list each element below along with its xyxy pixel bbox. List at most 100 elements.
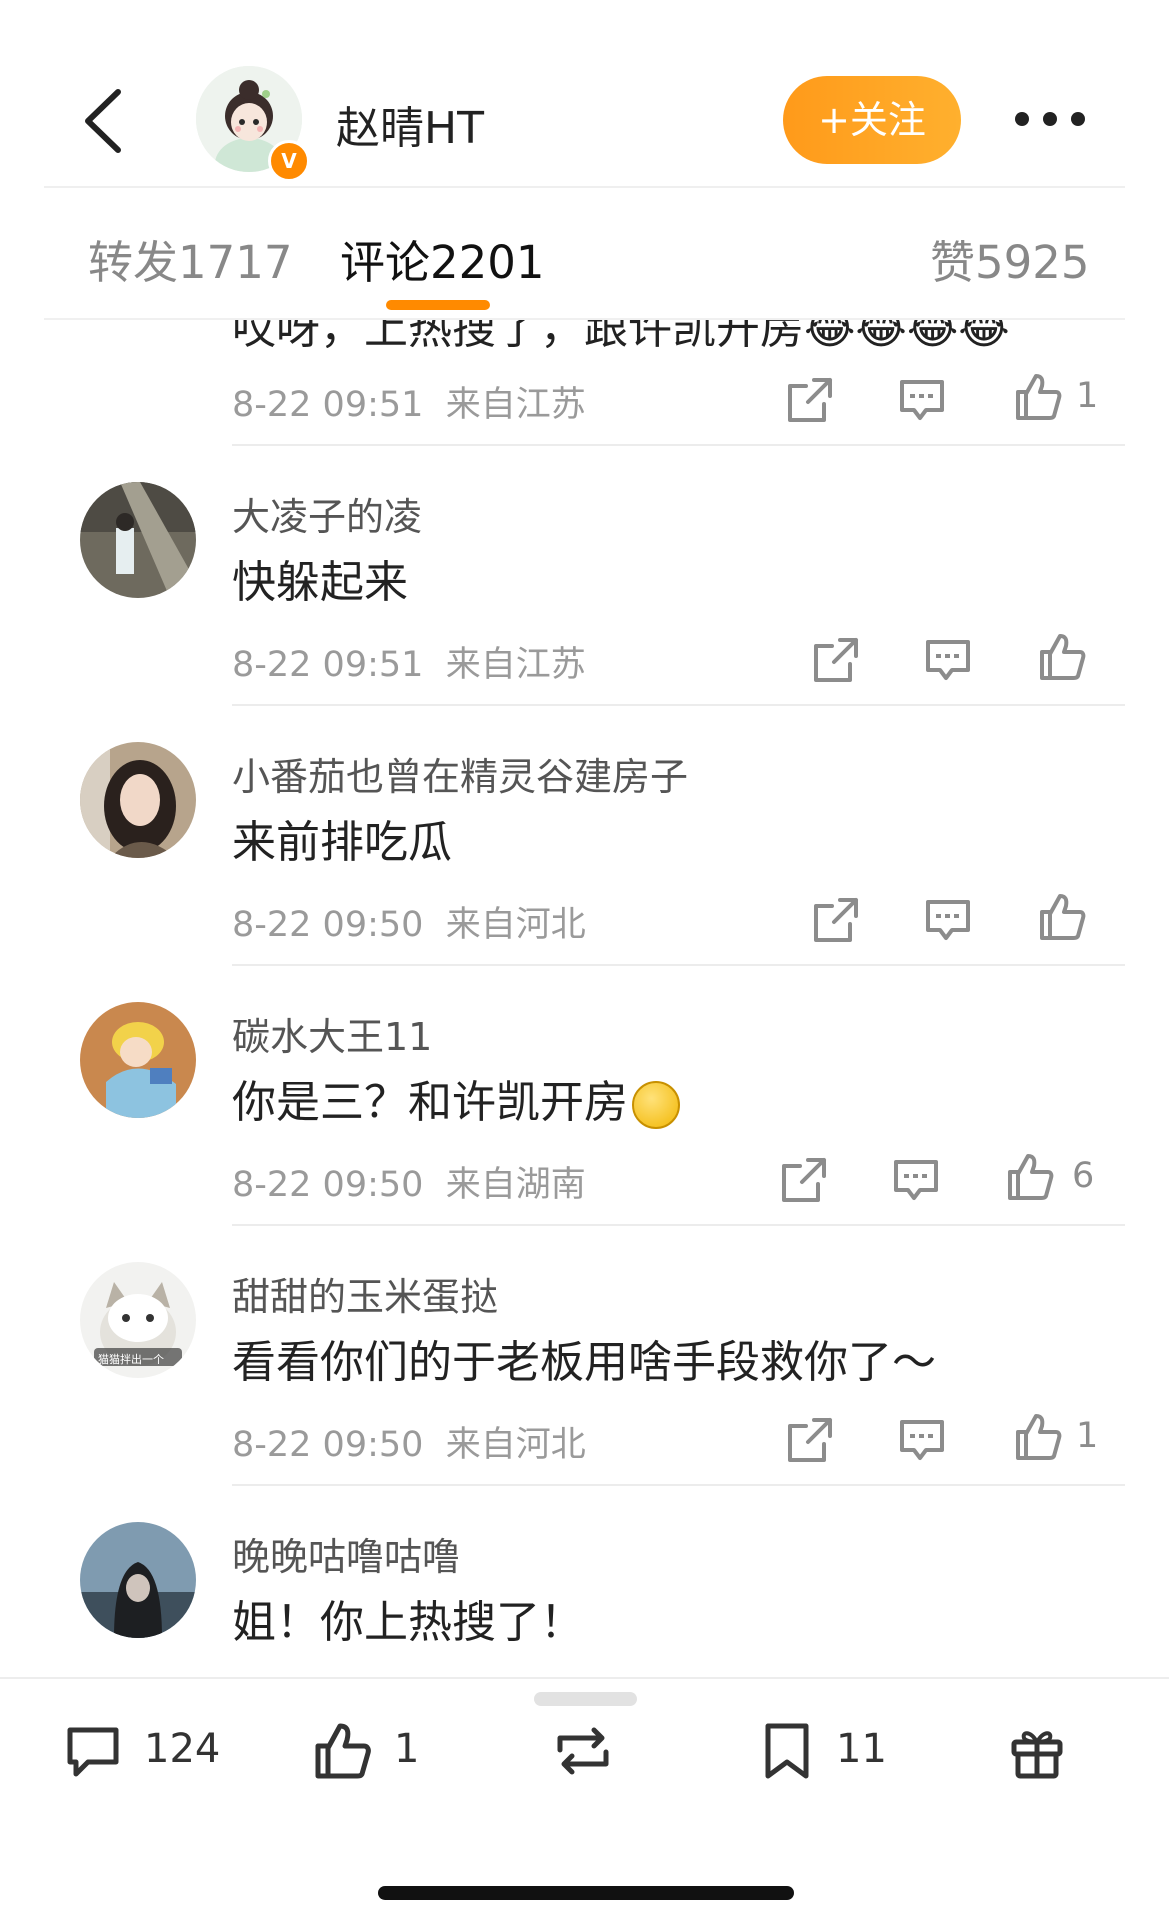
reply-comment-button[interactable] (896, 1414, 948, 1466)
comment-icon (900, 1420, 944, 1460)
comment-time: 8-22 09:51 (232, 645, 424, 685)
comment-like-count: 6 (1072, 1156, 1095, 1196)
bottom-favorite-count: 11 (836, 1726, 887, 1772)
comment-time: 8-22 09:50 (232, 1425, 424, 1465)
share-comment-button[interactable] (810, 894, 862, 946)
comment-icon (894, 1160, 938, 1200)
comment-text: 你是三？和许凯开房 (232, 1066, 680, 1130)
commenter-avatar[interactable] (80, 742, 196, 858)
comment-list[interactable]: 哎呀，上热搜了，跟许凯开房😂😂😂😂 8-22 09:51 来自江苏 1 大凌子的… (0, 320, 1169, 1675)
share-icon (788, 1418, 832, 1462)
comment-meta: 8-22 09:51 来自江苏 (232, 636, 586, 687)
comment-meta: 8-22 09:50 来自河北 (232, 896, 586, 947)
comment-location: 来自河北 (445, 905, 586, 945)
back-button[interactable] (78, 88, 128, 154)
comment-divider (232, 444, 1125, 446)
bottom-repost-button[interactable] (552, 1720, 614, 1782)
active-tab-indicator (386, 300, 490, 310)
share-icon (814, 898, 858, 942)
commenter-name[interactable]: 碳水大王11 (232, 1006, 432, 1061)
comment-divider (232, 964, 1125, 966)
commenter-avatar[interactable]: 猫猫拌出一个 (80, 1262, 196, 1378)
comment-like-count: 1 (1076, 1416, 1099, 1456)
follow-button[interactable]: +关注 (783, 76, 961, 164)
tab-reposts[interactable]: 转发1717 (88, 226, 293, 291)
bottom-gift-button[interactable] (1006, 1720, 1068, 1782)
comment-time: 8-22 09:50 (232, 1165, 424, 1205)
commenter-name[interactable]: 晚晚咕噜咕噜 (232, 1526, 460, 1581)
reply-comment-button[interactable] (922, 894, 974, 946)
commenter-avatar[interactable] (80, 1522, 196, 1638)
chevron-left-icon (85, 89, 121, 153)
tab-likes[interactable]: 赞5925 (930, 226, 1090, 291)
comment-time: 8-22 09:50 (232, 905, 424, 945)
commenter-name[interactable]: 小番茄也曾在精灵谷建房子 (232, 746, 688, 801)
share-comment-button[interactable] (784, 1414, 836, 1466)
repost-arrows-icon (557, 1727, 609, 1775)
comment-text: 来前排吃瓜 (232, 817, 452, 868)
bottom-like-button[interactable] (312, 1720, 374, 1782)
like-comment-button[interactable] (1004, 1150, 1056, 1202)
more-dots-icon (1015, 112, 1085, 126)
header-divider (44, 186, 1125, 188)
like-comment-button[interactable] (1036, 890, 1088, 942)
comment-meta: 8-22 09:50 来自河北 (232, 1416, 586, 1467)
tab-reposts-count: 1717 (178, 236, 293, 289)
commenter-name[interactable]: 甜甜的玉米蛋挞 (232, 1266, 498, 1321)
like-comment-button[interactable] (1012, 370, 1064, 422)
comment-location: 来自湖南 (445, 1165, 586, 1205)
tab-comments[interactable]: 评论2201 (340, 226, 545, 291)
comment-text: 看看你们的于老板用啥手段救你了～ (232, 1337, 936, 1388)
bottom-comment-button[interactable] (62, 1720, 124, 1782)
bookmark-icon (765, 1723, 809, 1779)
tab-comments-label: 评论 (340, 236, 431, 289)
comment-location: 来自河北 (445, 1425, 586, 1465)
cartoon-avatar-icon (80, 1002, 196, 1118)
commenter-avatar[interactable] (80, 1002, 196, 1118)
reply-comment-button[interactable] (890, 1154, 942, 1206)
avatar-photo-icon (80, 482, 196, 598)
avatar-photo-icon (80, 1522, 196, 1638)
share-comment-button[interactable] (784, 374, 836, 426)
comment-like-count: 1 (1076, 376, 1099, 416)
comment-divider (232, 1484, 1125, 1486)
comment-bubble-icon (67, 1727, 119, 1777)
thumbs-up-icon (1040, 634, 1086, 680)
bottom-bar-divider (0, 1677, 1169, 1679)
comment-text: 哎呀，上热搜了，跟许凯开房😂😂😂😂 (232, 320, 1010, 356)
comment-divider (232, 1224, 1125, 1226)
comment-meta: 8-22 09:51 来自江苏 (232, 376, 586, 427)
share-comment-button[interactable] (810, 634, 862, 686)
bottom-favorite-button[interactable] (756, 1720, 818, 1782)
more-options-button[interactable] (1012, 104, 1088, 134)
verified-badge: V (268, 140, 310, 182)
home-indicator (378, 1886, 794, 1900)
bottom-comment-count: 124 (144, 1726, 221, 1772)
comment-meta: 8-22 09:50 来自湖南 (232, 1156, 586, 1207)
author-username[interactable]: 赵晴HT (336, 92, 484, 156)
comment-location: 来自江苏 (445, 385, 586, 425)
reply-comment-button[interactable] (922, 634, 974, 686)
thumbs-up-icon (315, 1723, 371, 1779)
comment-location: 来自江苏 (445, 645, 586, 685)
tab-comments-count: 2201 (430, 236, 545, 289)
comment-text: 快躲起来 (232, 557, 408, 608)
commenter-name[interactable]: 大凌子的凌 (232, 486, 422, 541)
thumbs-up-icon (1008, 1154, 1054, 1200)
like-comment-button[interactable] (1036, 630, 1088, 682)
reply-comment-button[interactable] (896, 374, 948, 426)
tab-likes-count: 5925 (975, 236, 1090, 289)
sheet-handle[interactable] (534, 1692, 637, 1706)
avatar-caption: 猫猫拌出一个 (98, 1353, 164, 1366)
commenter-avatar[interactable] (80, 482, 196, 598)
thumbs-up-icon (1040, 894, 1086, 940)
like-comment-button[interactable] (1012, 1410, 1064, 1462)
tab-likes-label: 赞 (930, 236, 976, 289)
comment-text-content: 哎呀，上热搜了，跟许凯开房😂😂😂😂 (232, 320, 1010, 354)
comment-icon (926, 900, 970, 940)
thumbs-up-icon (1016, 374, 1062, 420)
comment-text: 姐！你上热搜了！ (232, 1597, 584, 1648)
share-comment-button[interactable] (778, 1154, 830, 1206)
share-icon (788, 378, 832, 422)
comment-divider (232, 704, 1125, 706)
